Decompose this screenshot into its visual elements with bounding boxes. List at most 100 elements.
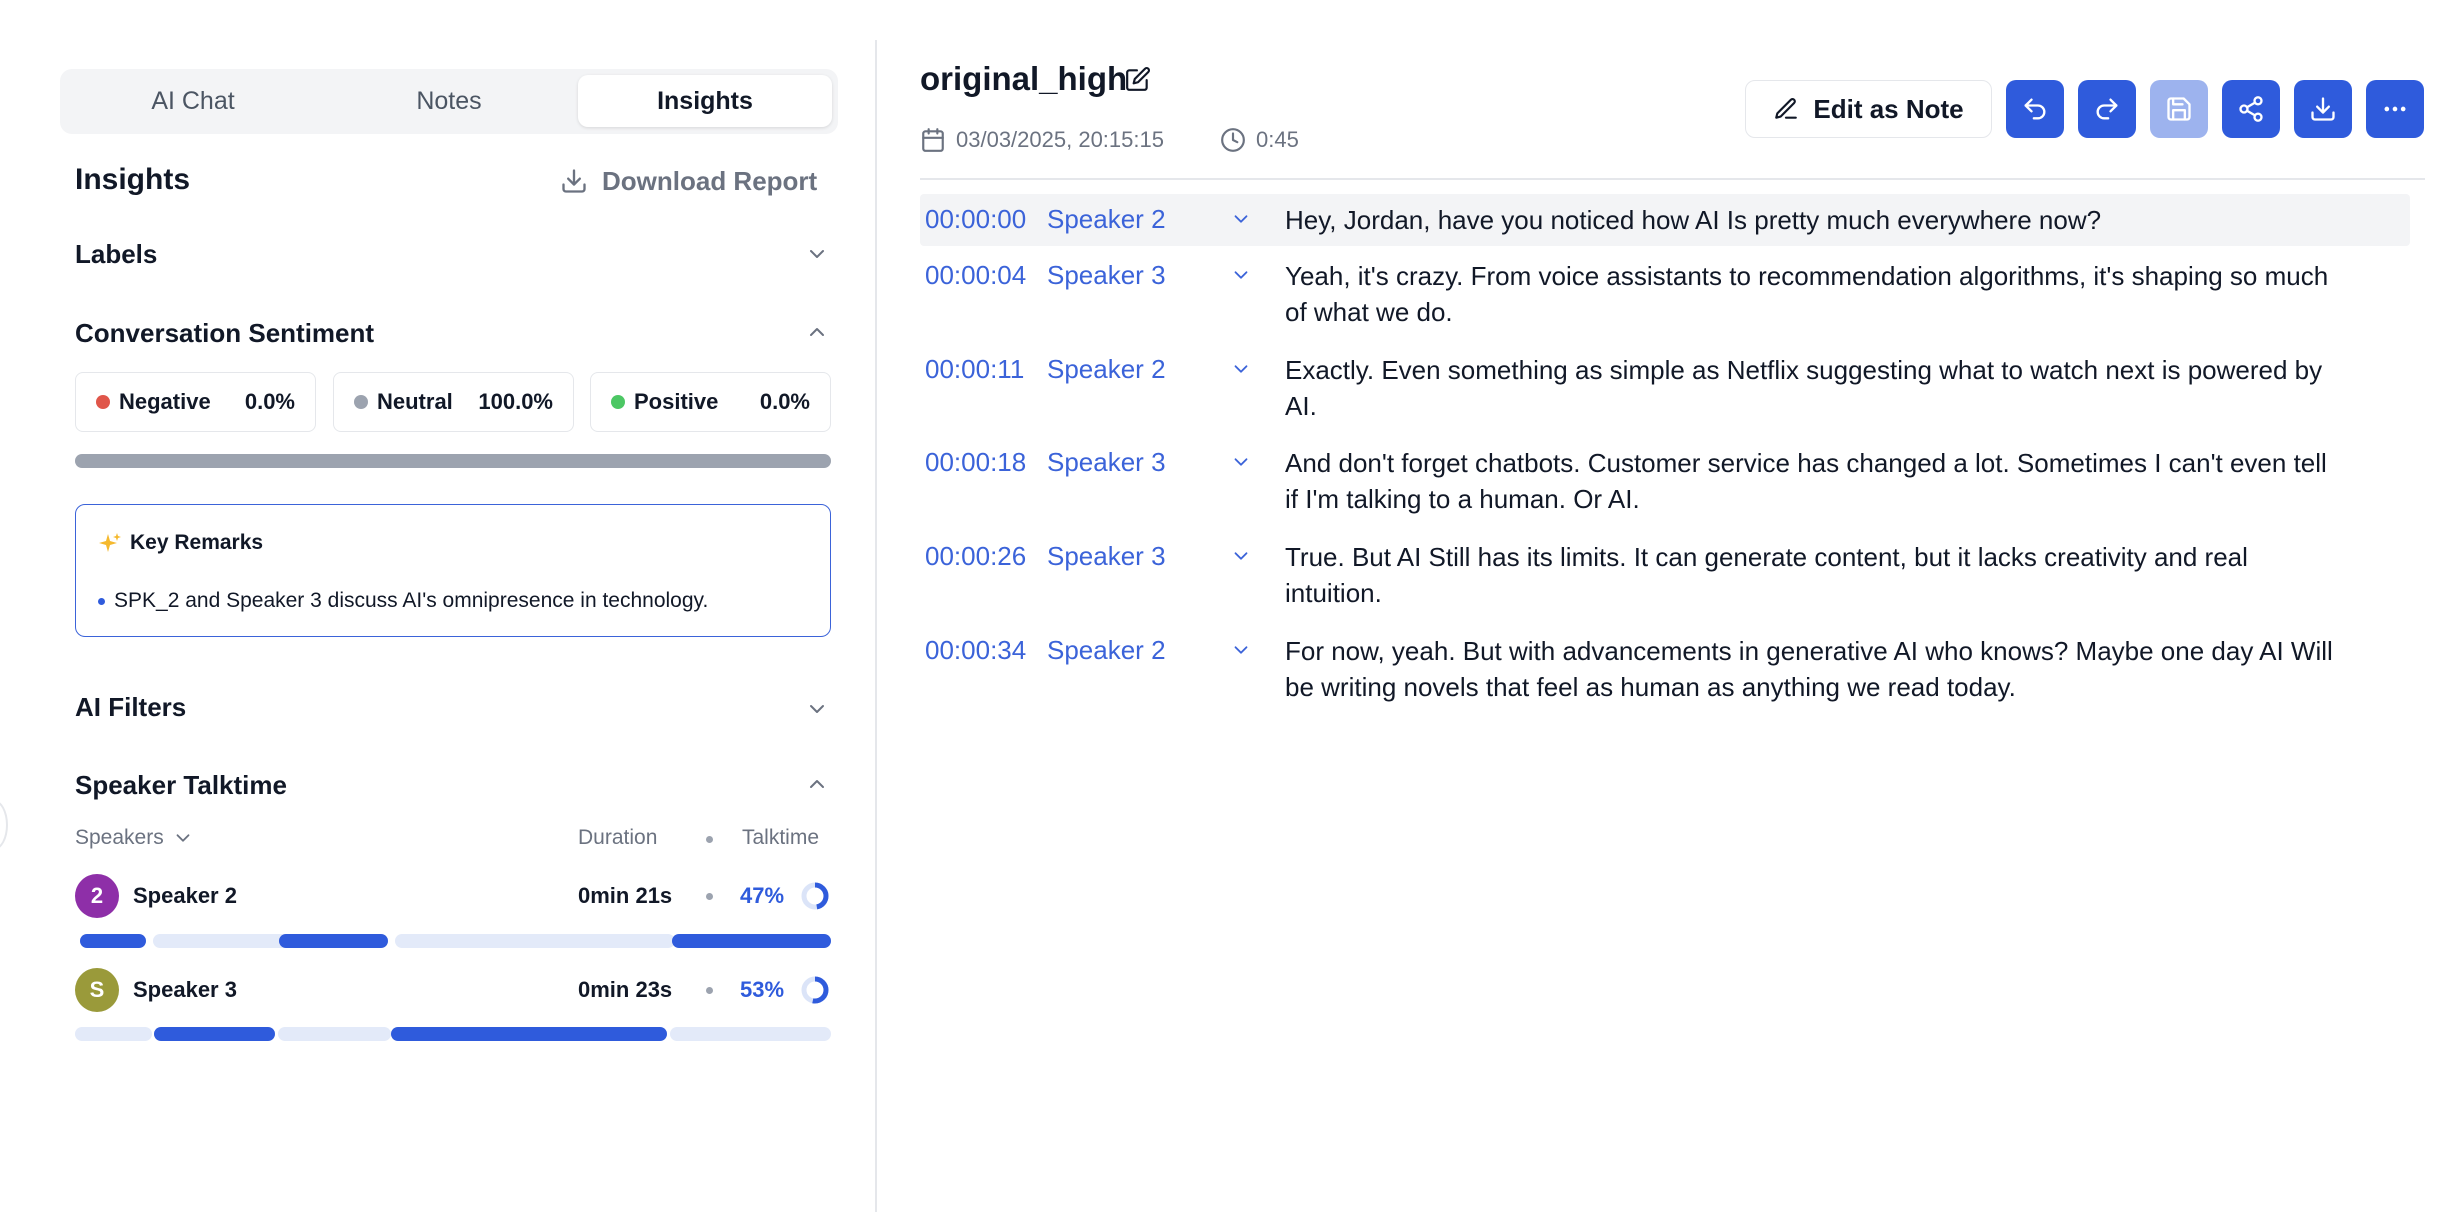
speaker-link[interactable]: Speaker 3 — [1047, 541, 1166, 572]
collapse-handle[interactable] — [0, 800, 8, 850]
speaker-link[interactable]: Speaker 3 — [1047, 260, 1166, 291]
transcript-text: For now, yeah. But with advancements in … — [1285, 636, 2333, 702]
transcript-row[interactable]: 00:00:34 Speaker 2 For now, yeah. But wi… — [920, 625, 2410, 705]
sentiment-label: Neutral — [377, 389, 453, 414]
timeline-gap — [278, 1027, 391, 1041]
ai-filters-chevron-down-icon[interactable] — [805, 697, 829, 721]
speaker-name: Speaker 3 — [133, 977, 237, 1002]
timeline-segment — [391, 1027, 667, 1041]
share-icon — [2237, 95, 2265, 123]
date-meta: 03/03/2025, 20:15:15 — [920, 127, 1164, 153]
recording-date: 03/03/2025, 20:15:15 — [956, 127, 1164, 152]
speaker-duration: 0min 21s — [578, 883, 673, 908]
bullet — [98, 597, 105, 605]
insights-heading: Insights — [75, 163, 191, 196]
ai-filters-section-title: AI Filters — [75, 692, 187, 722]
transcript-row[interactable]: 00:00:26 Speaker 3 True. But AI Still ha… — [920, 531, 2410, 611]
tab-notes[interactable]: Notes — [322, 75, 576, 127]
sentiment-chevron-up-icon[interactable] — [805, 320, 829, 344]
transcript-row[interactable]: 00:00:18 Speaker 3 And don't forget chat… — [920, 437, 2410, 517]
talktime-column-header: Talktime — [742, 826, 820, 849]
panel-divider — [875, 40, 877, 1212]
more-options-button[interactable] — [2366, 80, 2424, 138]
separator-dot — [706, 836, 713, 843]
timestamp-link[interactable]: 00:00:18 — [925, 447, 1026, 478]
share-button[interactable] — [2222, 80, 2280, 138]
speaker-talktime-percent: 47% — [740, 883, 785, 908]
edit-as-note-button[interactable]: Edit as Note — [1745, 80, 1992, 138]
edit-title-icon[interactable] — [1125, 66, 1151, 92]
pencil-icon — [1773, 96, 1799, 122]
calendar-icon — [920, 127, 946, 153]
talktime-ring-icon — [801, 882, 829, 910]
chevron-down-icon[interactable] — [1230, 358, 1252, 380]
avatar: S — [75, 968, 119, 1012]
chevron-down-icon[interactable] — [1230, 639, 1252, 661]
timeline-segment — [279, 934, 388, 948]
speaker-talktime-percent: 53% — [740, 977, 785, 1002]
transcript-text: Exactly. Even something as simple as Net… — [1285, 355, 2323, 421]
key-remarks-card: Key Remarks SPK_2 and Speaker 3 discuss … — [75, 504, 831, 637]
timestamp-link[interactable]: 00:00:26 — [925, 541, 1026, 572]
download-report-label: Download Report — [602, 165, 818, 196]
neutral-dot — [354, 395, 368, 409]
transcript-text: True. But AI Still has its limits. It ca… — [1285, 542, 2248, 608]
document-title: original_high — [920, 60, 1128, 97]
speakers-filter[interactable]: Speakers — [75, 826, 194, 850]
sentiment-value: 100.0% — [478, 389, 553, 414]
speaker-row: S Speaker 3 0min 23s 53% — [75, 968, 831, 1012]
transcript-row[interactable]: 00:00:11 Speaker 2 Exactly. Even somethi… — [920, 344, 2410, 424]
speaker-timeline — [75, 1027, 831, 1041]
key-remark-item: SPK_2 and Speaker 3 discuss AI's omnipre… — [98, 589, 708, 613]
timestamp-link[interactable]: 00:00:00 — [925, 204, 1026, 235]
separator-dot — [706, 893, 713, 900]
talktime-section-title: Speaker Talktime — [75, 770, 287, 800]
more-horizontal-icon — [2381, 95, 2409, 123]
chevron-down-icon[interactable] — [1230, 545, 1252, 567]
download-report-button[interactable]: Download Report — [560, 163, 817, 199]
duration-column-header: Duration — [578, 826, 658, 849]
redo-button[interactable] — [2078, 80, 2136, 138]
timeline-segment — [672, 934, 831, 948]
timeline-gap — [75, 1027, 152, 1041]
sentiment-negative: Negative 0.0% — [75, 372, 316, 432]
transcript-text: Yeah, it's crazy. From voice assistants … — [1285, 261, 2329, 327]
timestamp-link[interactable]: 00:00:34 — [925, 635, 1026, 666]
panel-tabs: AI Chat Notes Insights — [60, 69, 838, 134]
talktime-chevron-up-icon[interactable] — [805, 772, 829, 796]
download-button[interactable] — [2294, 80, 2352, 138]
transcript-text: Hey, Jordan, have you noticed how AI Is … — [1285, 205, 2102, 235]
key-remark-text: SPK_2 and Speaker 3 discuss AI's omnipre… — [114, 589, 709, 612]
timestamp-link[interactable]: 00:00:04 — [925, 260, 1026, 291]
chevron-down-icon[interactable] — [1230, 451, 1252, 473]
transcript-row[interactable]: 00:00:00 Speaker 2 Hey, Jordan, have you… — [920, 194, 2410, 246]
timestamp-link[interactable]: 00:00:11 — [925, 354, 1024, 385]
speaker-name: Speaker 2 — [133, 883, 237, 908]
speaker-link[interactable]: Speaker 3 — [1047, 447, 1166, 478]
tab-ai-chat[interactable]: AI Chat — [66, 75, 320, 127]
save-icon — [2165, 95, 2193, 123]
transcript-row[interactable]: 00:00:04 Speaker 3 Yeah, it's crazy. Fro… — [920, 250, 2410, 330]
timeline-segment — [80, 934, 146, 948]
recording-duration: 0:45 — [1256, 127, 1299, 152]
tab-insights[interactable]: Insights — [578, 75, 832, 127]
undo-button[interactable] — [2006, 80, 2064, 138]
sentiment-label: Negative — [119, 389, 211, 414]
download-icon — [2309, 95, 2337, 123]
labels-chevron-down-icon[interactable] — [805, 242, 829, 266]
speaker-link[interactable]: Speaker 2 — [1047, 204, 1166, 235]
labels-section-title: Labels — [75, 239, 158, 269]
duration-meta: 0:45 — [1220, 127, 1299, 153]
positive-dot — [611, 395, 625, 409]
speaker-link[interactable]: Speaker 2 — [1047, 354, 1166, 385]
talktime-ring-icon — [801, 976, 829, 1004]
save-button[interactable] — [2150, 80, 2208, 138]
timeline-segment — [154, 1027, 275, 1041]
chevron-down-icon[interactable] — [1230, 264, 1252, 286]
edit-as-note-label: Edit as Note — [1813, 93, 1964, 124]
speaker-link[interactable]: Speaker 2 — [1047, 635, 1166, 666]
speaker-timeline — [75, 934, 831, 948]
chevron-down-icon[interactable] — [1230, 208, 1252, 230]
download-icon — [560, 167, 588, 195]
separator-dot — [706, 987, 713, 994]
